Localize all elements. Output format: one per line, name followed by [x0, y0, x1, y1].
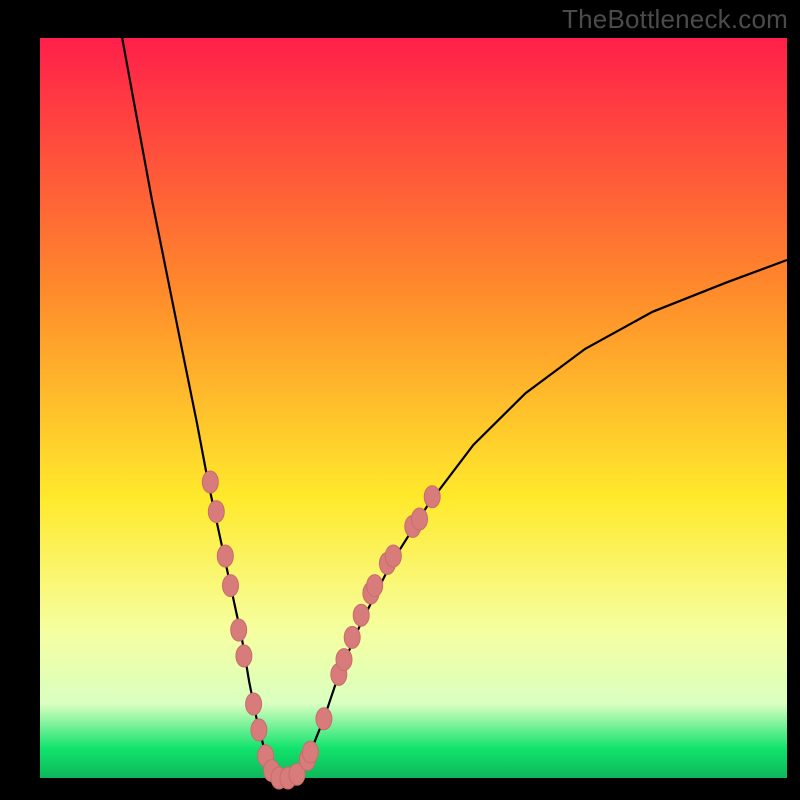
data-marker: [202, 471, 218, 493]
data-marker: [251, 719, 267, 741]
data-marker: [316, 708, 332, 730]
data-marker: [236, 645, 252, 667]
data-marker: [302, 741, 318, 763]
data-marker: [424, 486, 440, 508]
data-marker: [208, 501, 224, 523]
data-marker: [353, 604, 369, 626]
data-marker: [344, 626, 360, 648]
data-marker: [336, 649, 352, 671]
bottleneck-chart: [0, 0, 800, 800]
chart-frame: TheBottleneck.com: [0, 0, 800, 800]
watermark-text: TheBottleneck.com: [562, 4, 788, 35]
data-marker: [217, 545, 233, 567]
data-marker: [231, 619, 247, 641]
data-marker: [246, 693, 262, 715]
data-marker: [412, 508, 428, 530]
data-marker: [367, 575, 383, 597]
data-marker: [385, 545, 401, 567]
plot-background: [40, 38, 787, 778]
data-marker: [223, 575, 239, 597]
